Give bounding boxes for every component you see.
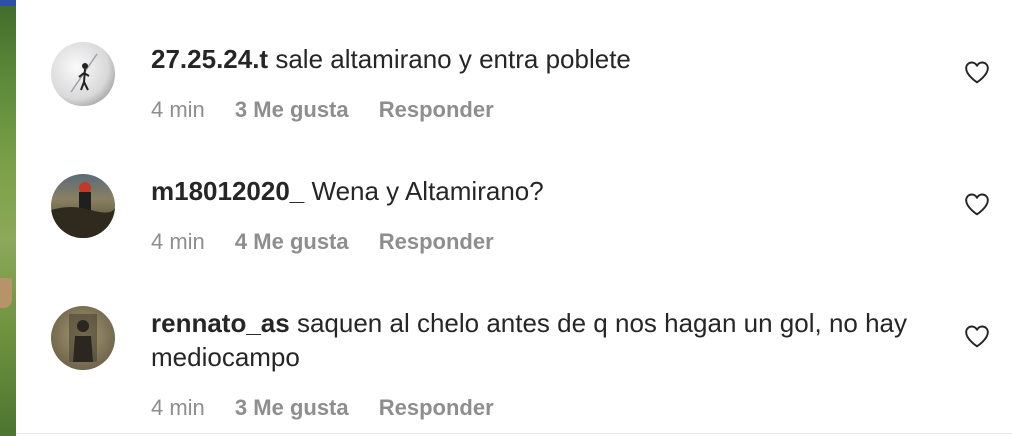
comment-likes-link[interactable]: 4 Me gusta [235, 229, 349, 255]
heart-icon[interactable] [964, 324, 990, 348]
avatar[interactable] [51, 42, 115, 106]
avatar-image [51, 306, 115, 370]
comment-meta: 4 min 4 Me gusta Responder [151, 229, 494, 255]
heart-icon[interactable] [964, 60, 990, 84]
background-video-strip [0, 0, 16, 436]
comment-time: 4 min [151, 97, 205, 122]
avatar[interactable] [51, 174, 115, 238]
divider [16, 433, 1012, 434]
comment-meta: 4 min 3 Me gusta Responder [151, 395, 494, 421]
comment-text: m18012020_ Wena y Altamirano? [151, 174, 951, 208]
comment-meta: 4 min 3 Me gusta Responder [151, 97, 494, 123]
reply-button[interactable]: Responder [379, 229, 494, 255]
comment-time: 4 min [151, 395, 205, 420]
reply-button[interactable]: Responder [379, 395, 494, 421]
comment-message: sale altamirano y entra poblete [275, 44, 631, 74]
comment-username[interactable]: rennato_as [151, 308, 290, 338]
comment-time: 4 min [151, 229, 205, 254]
comment-text: 27.25.24.t sale altamirano y entra poble… [151, 42, 951, 76]
comment-message: Wena y Altamirano? [311, 176, 544, 206]
comment-text: rennato_as saquen al chelo antes de q no… [151, 306, 951, 374]
comment-likes-link[interactable]: 3 Me gusta [235, 395, 349, 421]
reply-button[interactable]: Responder [379, 97, 494, 123]
avatar[interactable] [51, 306, 115, 370]
background-decoration [0, 278, 12, 308]
avatar-image [51, 42, 115, 106]
background-accent [0, 0, 16, 6]
comment-username[interactable]: m18012020_ [151, 176, 304, 206]
avatar-image [51, 174, 115, 238]
comments-panel: 27.25.24.t sale altamirano y entra poble… [16, 0, 1012, 436]
heart-icon[interactable] [964, 192, 990, 216]
comment-username[interactable]: 27.25.24.t [151, 44, 268, 74]
comment-likes-link[interactable]: 3 Me gusta [235, 97, 349, 123]
